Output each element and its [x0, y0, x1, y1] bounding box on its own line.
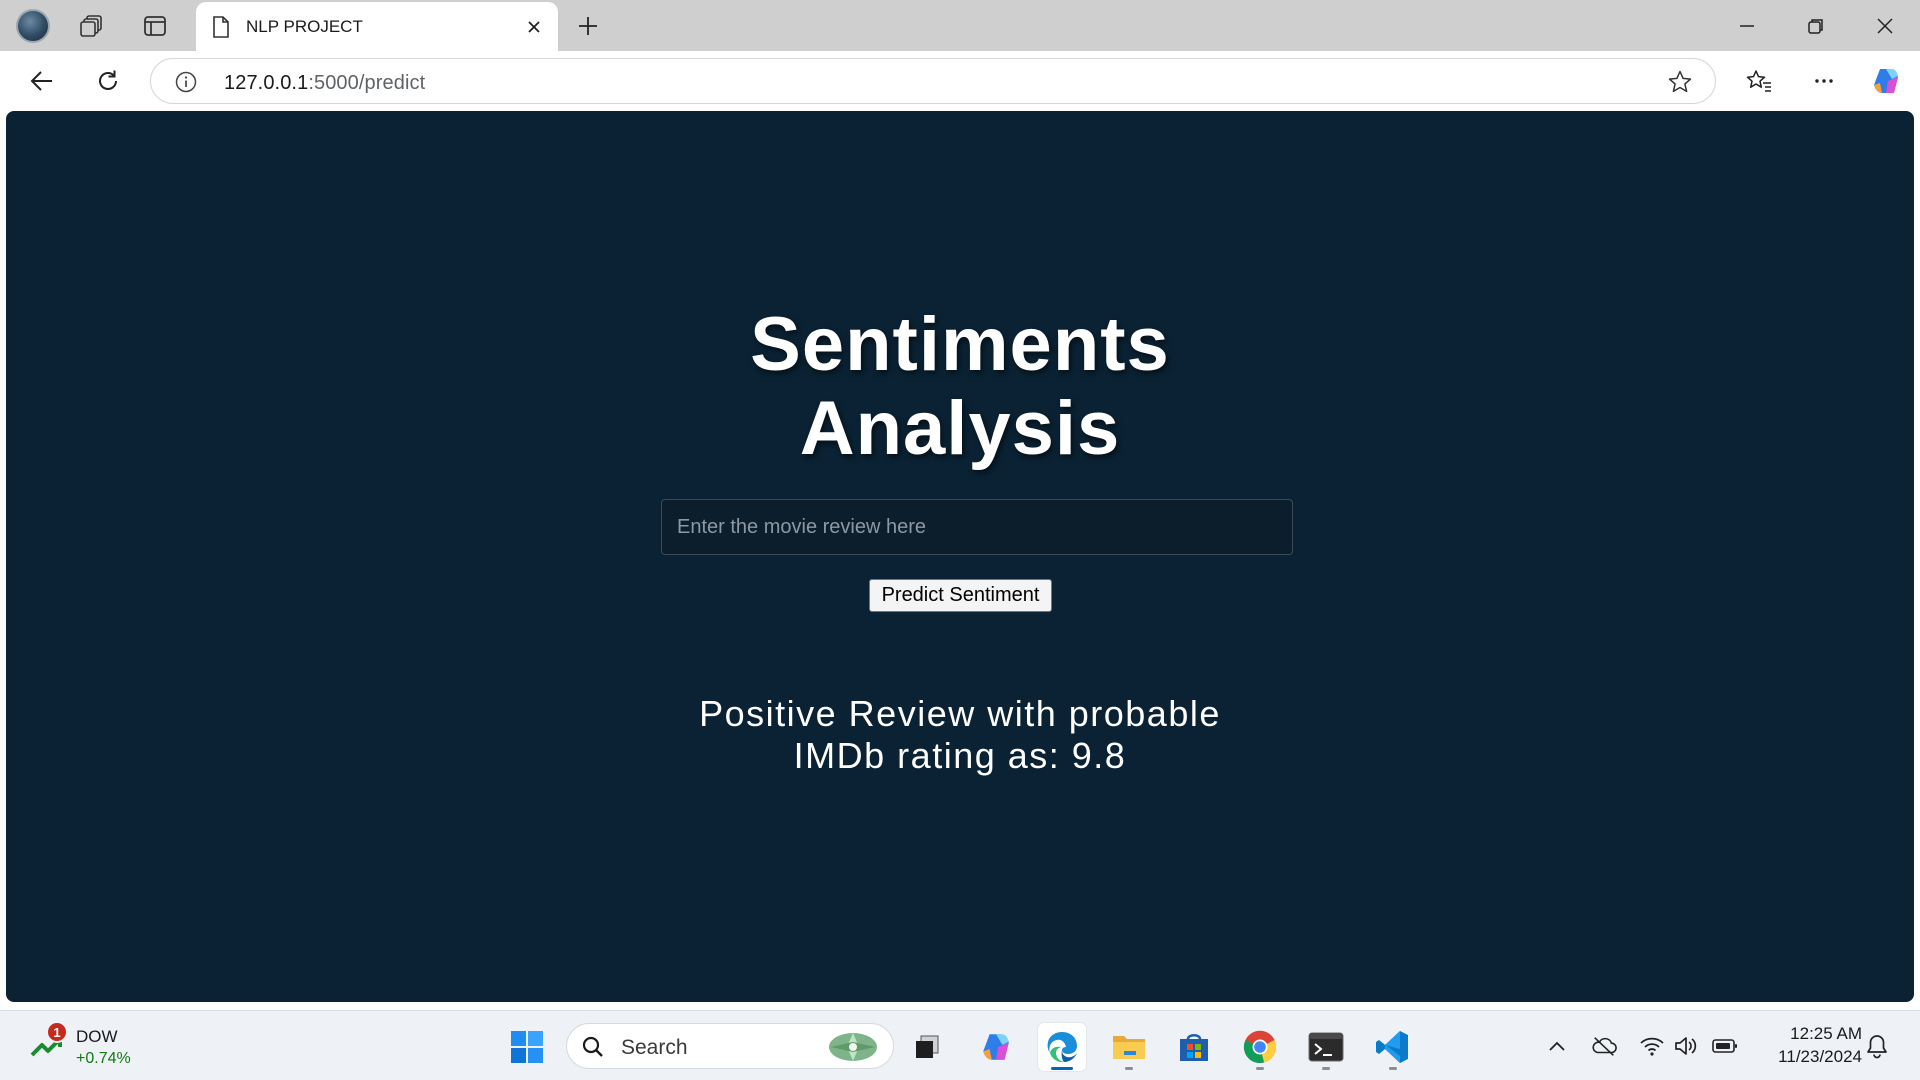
clock-date: 11/23/2024 [1778, 1047, 1862, 1066]
page-icon [213, 16, 229, 38]
edge-running-indicator [1051, 1067, 1073, 1070]
tab-nlp-project[interactable]: NLP PROJECT [196, 2, 558, 51]
stock-widget[interactable]: 1 DOW +0.74% [26, 1021, 156, 1071]
explorer-running-indicator [1125, 1067, 1133, 1070]
url-text[interactable]: 127.0.0.1:5000/predict [224, 72, 425, 95]
notification-badge: 1 [46, 1021, 68, 1043]
vscode-running-indicator [1389, 1067, 1397, 1070]
battery-icon[interactable] [1712, 1033, 1738, 1059]
site-info-icon[interactable] [175, 71, 197, 93]
browser-toolbar: 127.0.0.1:5000/predict [0, 51, 1920, 110]
terminal-icon[interactable] [1302, 1023, 1350, 1071]
new-tab-icon[interactable] [570, 8, 606, 44]
copilot-app-icon[interactable] [972, 1023, 1020, 1071]
favorite-star-icon[interactable] [1667, 69, 1693, 95]
vertical-tabs-icon[interactable] [137, 8, 173, 44]
taskbar-search-box[interactable]: Search [566, 1023, 894, 1069]
wifi-icon[interactable] [1639, 1033, 1665, 1059]
favorites-icon[interactable] [1739, 61, 1779, 101]
stock-change: +0.74% [76, 1050, 131, 1067]
clock-time: 12:25 AM [1790, 1024, 1862, 1043]
close-window-icon[interactable] [1860, 6, 1910, 46]
chrome-running-indicator [1256, 1067, 1264, 1070]
refresh-icon[interactable] [88, 61, 128, 101]
more-options-icon[interactable] [1804, 61, 1844, 101]
volume-icon[interactable] [1674, 1033, 1700, 1059]
vscode-icon[interactable] [1369, 1023, 1417, 1071]
search-icon [582, 1036, 603, 1057]
onedrive-offline-icon[interactable] [1591, 1033, 1617, 1059]
predict-sentiment-button[interactable]: Predict Sentiment [869, 579, 1052, 612]
minimize-icon[interactable] [1722, 6, 1772, 46]
address-bar[interactable]: 127.0.0.1:5000/predict [150, 58, 1716, 104]
task-view-icon[interactable] [903, 1023, 951, 1071]
tab-title: NLP PROJECT [246, 17, 363, 36]
edge-icon[interactable] [1038, 1023, 1086, 1071]
browser-tab-strip: NLP PROJECT [0, 0, 1920, 51]
microsoft-store-icon[interactable] [1170, 1023, 1218, 1071]
terminal-running-indicator [1322, 1067, 1330, 1070]
prediction-result: Positive Review with probable IMDb rating… [699, 693, 1221, 776]
file-explorer-icon[interactable] [1105, 1023, 1153, 1071]
start-icon[interactable] [503, 1023, 551, 1071]
notifications-bell-icon[interactable] [1864, 1033, 1890, 1059]
review-input[interactable] [661, 499, 1293, 555]
system-clock[interactable]: 12:25 AM 11/23/2024 [1752, 1022, 1862, 1068]
taskbar: 1 DOW +0.74% Search 12:25 AM 11/23/2024 [0, 1010, 1920, 1080]
stock-label: DOW [76, 1027, 118, 1046]
back-icon[interactable] [22, 61, 62, 101]
page-title: Sentiments Analysis [750, 302, 1170, 471]
profile-avatar[interactable] [16, 9, 50, 43]
workspaces-icon[interactable] [74, 8, 110, 44]
copilot-icon[interactable] [1866, 61, 1906, 101]
tab-close-icon[interactable] [518, 11, 550, 43]
show-hidden-icons-chevron-icon[interactable] [1544, 1033, 1570, 1059]
web-page: SentimentsAnalysis Predict Sentiment Pos… [6, 111, 1914, 1002]
taskbar-search-label: Search [621, 1036, 688, 1059]
chrome-icon[interactable] [1236, 1023, 1284, 1071]
search-highlight-icon [829, 1033, 877, 1061]
restore-icon[interactable] [1791, 6, 1841, 46]
